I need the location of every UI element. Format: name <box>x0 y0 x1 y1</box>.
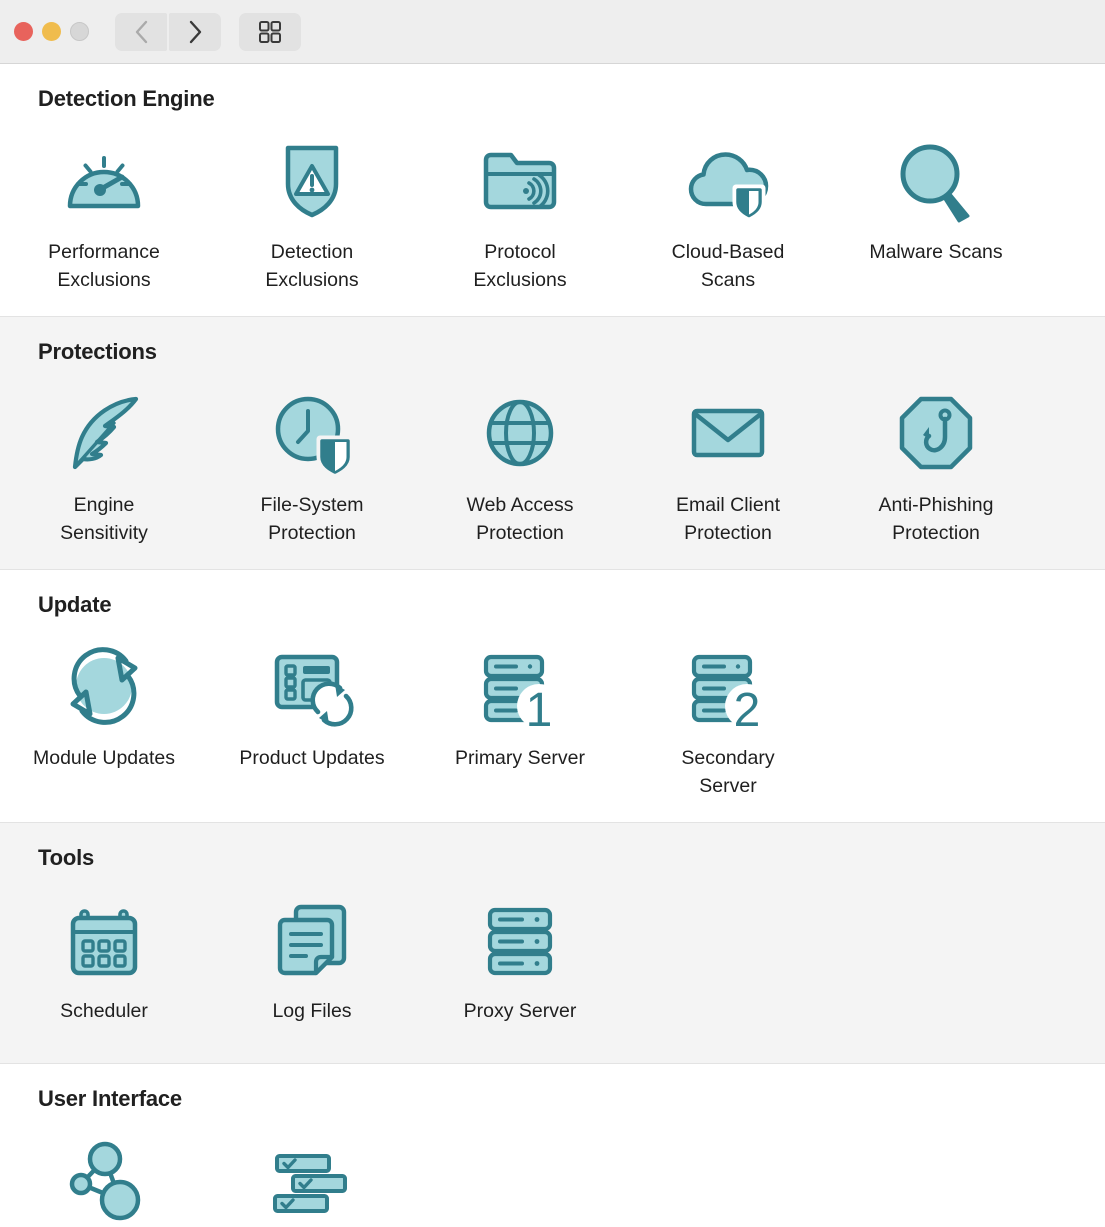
server-two-icon: 2 <box>680 638 776 734</box>
section-update: Update Module Updates Product Updates 1 … <box>0 569 1105 822</box>
calendar-icon <box>56 891 152 987</box>
chevron-left-icon <box>135 20 147 43</box>
chevron-right-icon <box>189 20 201 43</box>
pref-item-protocol-exclusions[interactable]: Protocol Exclusions <box>416 118 624 294</box>
server-one-icon: 1 <box>472 638 568 734</box>
pref-item-application-statuses[interactable]: Application Statuses <box>208 1118 416 1227</box>
shield-warning-icon <box>264 132 360 228</box>
pref-item-anti-phishing-protection[interactable]: Anti-Phishing Protection <box>832 371 1040 547</box>
forward-button[interactable] <box>169 12 221 51</box>
pref-item-cloud-based-scans[interactable]: Cloud-Based Scans <box>624 118 832 294</box>
section-protections: Protections Engine Sensitivity File-Syst… <box>0 316 1105 569</box>
pref-item-label: Anti-Phishing Protection <box>878 494 994 544</box>
window-titlebar <box>0 0 1105 64</box>
section-title: Detection Engine <box>38 86 215 111</box>
cloud-shield-icon <box>680 132 776 228</box>
pref-item-label: Engine Sensitivity <box>60 494 148 544</box>
folder-signal-icon <box>472 132 568 228</box>
section-user-interface: User Interface System Integra <box>0 1063 1105 1227</box>
pref-item-malware-scans[interactable]: Malware Scans <box>832 118 1040 266</box>
pref-item-secondary-server[interactable]: 2 Secondary Server <box>624 624 832 800</box>
pref-item-label: Protocol Exclusions <box>473 241 567 291</box>
pref-item-label: Performance Exclusions <box>48 241 160 291</box>
preferences-content: Detection Engine Performance Exclusions … <box>0 64 1105 1227</box>
envelope-icon <box>680 385 776 481</box>
server-badge-number: 2 <box>734 684 761 734</box>
documents-icon <box>264 891 360 987</box>
status-bars-icon <box>264 1132 360 1227</box>
pref-item-label: Web Access Protection <box>466 494 574 544</box>
pref-item-proxy-server[interactable]: Proxy Server <box>416 877 624 1025</box>
section-items: Performance Exclusions Detection Exclusi… <box>0 118 1105 294</box>
gauge-icon <box>56 132 152 228</box>
section-title: Tools <box>38 845 95 870</box>
grid-icon <box>259 20 281 43</box>
refresh-circle-icon <box>56 638 152 734</box>
section-title: User Interface <box>38 1086 182 1111</box>
window-refresh-icon <box>264 638 360 734</box>
octagon-hook-icon <box>888 385 984 481</box>
pref-item-label: Scheduler <box>60 1000 148 1022</box>
pref-item-performance-exclusions[interactable]: Performance Exclusions <box>0 118 208 294</box>
back-button[interactable] <box>115 12 167 51</box>
section-items: Scheduler Log Files Proxy Server <box>0 877 1105 1025</box>
pref-item-label: Secondary Server <box>681 747 775 797</box>
pref-item-label: Detection Exclusions <box>265 241 359 291</box>
pref-item-label: Product Updates <box>239 747 385 769</box>
magnifier-icon <box>888 132 984 228</box>
pref-item-log-files[interactable]: Log Files <box>208 877 416 1025</box>
pref-item-file-system-protection[interactable]: File-System Protection <box>208 371 416 547</box>
pref-item-label: Email Client Protection <box>675 494 781 544</box>
pref-item-scheduler[interactable]: Scheduler <box>0 877 208 1025</box>
minimize-button[interactable] <box>42 22 61 41</box>
zoom-button[interactable] <box>70 22 89 41</box>
pref-item-label: Proxy Server <box>463 1000 577 1022</box>
pref-item-engine-sensitivity[interactable]: Engine Sensitivity <box>0 371 208 547</box>
section-title: Update <box>38 592 112 617</box>
close-button[interactable] <box>14 22 33 41</box>
pref-item-label: File-System Protection <box>260 494 364 544</box>
pref-item-label: Module Updates <box>32 747 175 769</box>
section-title: Protections <box>38 339 157 364</box>
pref-item-web-access-protection[interactable]: Web Access Protection <box>416 371 624 547</box>
pref-item-product-updates[interactable]: Product Updates <box>208 624 416 772</box>
network-nodes-icon <box>56 1132 152 1227</box>
navigation-buttons <box>115 12 221 51</box>
section-detection-engine: Detection Engine Performance Exclusions … <box>0 64 1105 316</box>
show-all-button[interactable] <box>239 12 301 51</box>
pref-item-detection-exclusions[interactable]: Detection Exclusions <box>208 118 416 294</box>
pref-item-label: Log Files <box>272 1000 352 1022</box>
server-badge-number: 1 <box>526 684 553 734</box>
clock-shield-icon <box>264 385 360 481</box>
pref-item-label: Cloud-Based Scans <box>671 241 785 291</box>
pref-item-label: Malware Scans <box>869 241 1003 263</box>
pref-item-label: Primary Server <box>454 747 586 769</box>
section-items: Module Updates Product Updates 1 Primary… <box>0 624 1105 800</box>
traffic-lights <box>14 22 89 41</box>
pref-item-email-client-protection[interactable]: Email Client Protection <box>624 371 832 547</box>
pref-item-primary-server[interactable]: 1 Primary Server <box>416 624 624 772</box>
section-tools: Tools Scheduler Log Files Proxy Server <box>0 822 1105 1063</box>
globe-icon <box>472 385 568 481</box>
section-items: System Integration Application Statuses <box>0 1118 1105 1227</box>
server-icon <box>472 891 568 987</box>
section-items: Engine Sensitivity File-System Protectio… <box>0 371 1105 547</box>
pref-item-module-updates[interactable]: Module Updates <box>0 624 208 772</box>
feather-icon <box>56 385 152 481</box>
pref-item-system-integration[interactable]: System Integration <box>0 1118 208 1227</box>
